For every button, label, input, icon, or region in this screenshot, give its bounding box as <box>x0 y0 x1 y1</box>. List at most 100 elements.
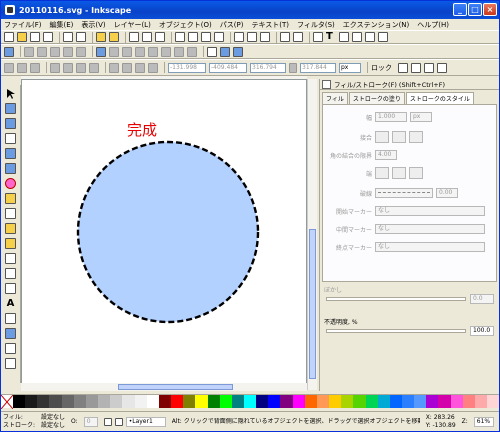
deselect-icon[interactable] <box>30 62 40 73</box>
lower-icon[interactable] <box>135 62 145 73</box>
y-field[interactable]: -409.484 <box>209 62 247 73</box>
vertical-scrollbar[interactable] <box>307 79 317 390</box>
dash-select[interactable] <box>375 188 433 198</box>
miter-join-icon[interactable] <box>375 131 389 143</box>
palette-swatch[interactable] <box>146 395 159 408</box>
miter-input[interactable]: 4.00 <box>375 150 397 160</box>
menu-help[interactable]: ヘルプ(H) <box>417 20 449 30</box>
maximize-button[interactable]: □ <box>468 3 482 16</box>
zoom-page-icon[interactable] <box>201 32 211 42</box>
palette-swatch[interactable] <box>256 395 269 408</box>
snap-grid-icon[interactable] <box>220 46 230 57</box>
xml-editor-icon[interactable] <box>339 32 349 42</box>
palette-swatch[interactable] <box>25 395 38 408</box>
zoom-selection-icon[interactable] <box>175 32 185 42</box>
palette-swatch[interactable] <box>158 395 172 408</box>
print-icon[interactable] <box>43 32 53 42</box>
opacity-o-input[interactable]: 0 <box>83 417 98 427</box>
new-icon[interactable] <box>4 32 14 42</box>
zoom-drawing-icon[interactable] <box>188 32 198 42</box>
palette-swatch[interactable] <box>365 395 378 408</box>
palette-swatch[interactable] <box>268 395 281 408</box>
palette-swatch[interactable] <box>402 395 415 408</box>
flip-vertical-icon[interactable] <box>89 62 99 73</box>
selector-tool-icon[interactable] <box>5 88 16 99</box>
palette-swatch[interactable] <box>304 395 317 408</box>
no-paint-swatch[interactable] <box>0 394 14 410</box>
palette-swatch[interactable] <box>243 395 257 408</box>
snap-nodes-icon[interactable] <box>96 46 106 57</box>
snap-bbox-icon[interactable] <box>24 46 34 57</box>
text-tool-icon[interactable]: A <box>5 298 16 309</box>
horizontal-scrollbar[interactable] <box>21 383 307 391</box>
opacity-slider[interactable] <box>326 329 466 333</box>
undo-icon[interactable] <box>96 32 106 42</box>
snap-page-icon[interactable] <box>207 46 217 57</box>
star-tool-icon[interactable] <box>5 193 16 204</box>
spray-tool-icon[interactable] <box>5 313 16 324</box>
calligraphy-tool-icon[interactable] <box>5 253 16 264</box>
palette-swatch[interactable] <box>377 395 390 408</box>
palette-swatch[interactable] <box>329 395 342 408</box>
palette-swatch[interactable] <box>219 395 232 408</box>
paint-bucket-tool-icon[interactable] <box>5 283 16 294</box>
palette-swatch[interactable] <box>341 395 354 408</box>
select-all-icon[interactable] <box>4 62 14 73</box>
palette-swatch[interactable] <box>13 395 26 408</box>
3dbox-tool-icon[interactable] <box>5 163 16 174</box>
raise-top-icon[interactable] <box>109 62 119 73</box>
height-field[interactable]: 317.844 <box>300 62 336 73</box>
start-marker-select[interactable]: なし <box>375 206 485 216</box>
palette-swatch[interactable] <box>171 395 184 408</box>
lock-ratio-icon[interactable] <box>289 62 297 73</box>
square-cap-icon[interactable] <box>409 167 423 179</box>
snap-intersection-icon[interactable] <box>122 46 132 57</box>
snap-cusp-icon[interactable] <box>135 46 145 57</box>
snap-bbox-center-icon[interactable] <box>76 46 86 57</box>
menu-layer[interactable]: レイヤー(L) <box>114 20 151 30</box>
lower-bottom-icon[interactable] <box>148 62 158 73</box>
layer-visibility-icon[interactable] <box>103 418 112 426</box>
zoom-input[interactable]: 61% <box>473 417 494 427</box>
blur-slider[interactable] <box>326 297 466 301</box>
export-icon[interactable] <box>76 32 86 42</box>
align-icon[interactable] <box>352 32 362 42</box>
open-icon[interactable] <box>17 32 27 42</box>
menu-object[interactable]: オブジェクト(O) <box>159 20 212 30</box>
tab-stroke-style[interactable]: ストロークのスタイル <box>405 92 474 104</box>
text-icon[interactable]: T <box>326 32 336 42</box>
palette-swatch[interactable] <box>487 395 500 408</box>
blue-circle[interactable] <box>76 140 260 324</box>
raise-icon[interactable] <box>122 62 132 73</box>
palette-swatch[interactable] <box>61 395 74 408</box>
zoom-tool-icon[interactable] <box>5 133 16 144</box>
import-icon[interactable] <box>63 32 73 42</box>
tab-fill[interactable]: フィル <box>322 92 348 104</box>
palette-swatch[interactable] <box>438 395 451 408</box>
drawing-canvas[interactable]: 完成 <box>21 79 307 390</box>
copy-icon[interactable] <box>129 32 139 42</box>
unlink-clone-icon[interactable] <box>260 32 270 42</box>
menu-file[interactable]: ファイル(F) <box>4 20 42 30</box>
snap-bbox-midpoint-icon[interactable] <box>63 46 73 57</box>
fill-stroke-icon[interactable] <box>313 32 323 42</box>
bevel-join-icon[interactable] <box>409 131 423 143</box>
select-all-layers-icon[interactable] <box>17 62 27 73</box>
pencil-tool-icon[interactable] <box>5 223 16 234</box>
save-icon[interactable] <box>30 32 40 42</box>
snap-guide-icon[interactable] <box>233 46 243 57</box>
cut-icon[interactable] <box>142 32 152 42</box>
blur-input[interactable]: 0.0 <box>470 294 494 304</box>
redo-icon[interactable] <box>109 32 119 42</box>
close-button[interactable]: × <box>483 3 497 16</box>
rect-tool-icon[interactable] <box>5 148 16 159</box>
opacity-input[interactable]: 100.0 <box>470 326 494 336</box>
palette-swatch[interactable] <box>183 395 196 408</box>
palette-swatch[interactable] <box>231 395 244 408</box>
pen-tool-icon[interactable] <box>5 238 16 249</box>
snap-rotation-icon[interactable] <box>187 46 197 57</box>
scale-stroke-icon[interactable] <box>398 62 408 73</box>
menu-filters[interactable]: フィルタ(S) <box>297 20 335 30</box>
x-field[interactable]: -131.998 <box>168 62 206 73</box>
menu-text[interactable]: テキスト(T) <box>251 20 289 30</box>
